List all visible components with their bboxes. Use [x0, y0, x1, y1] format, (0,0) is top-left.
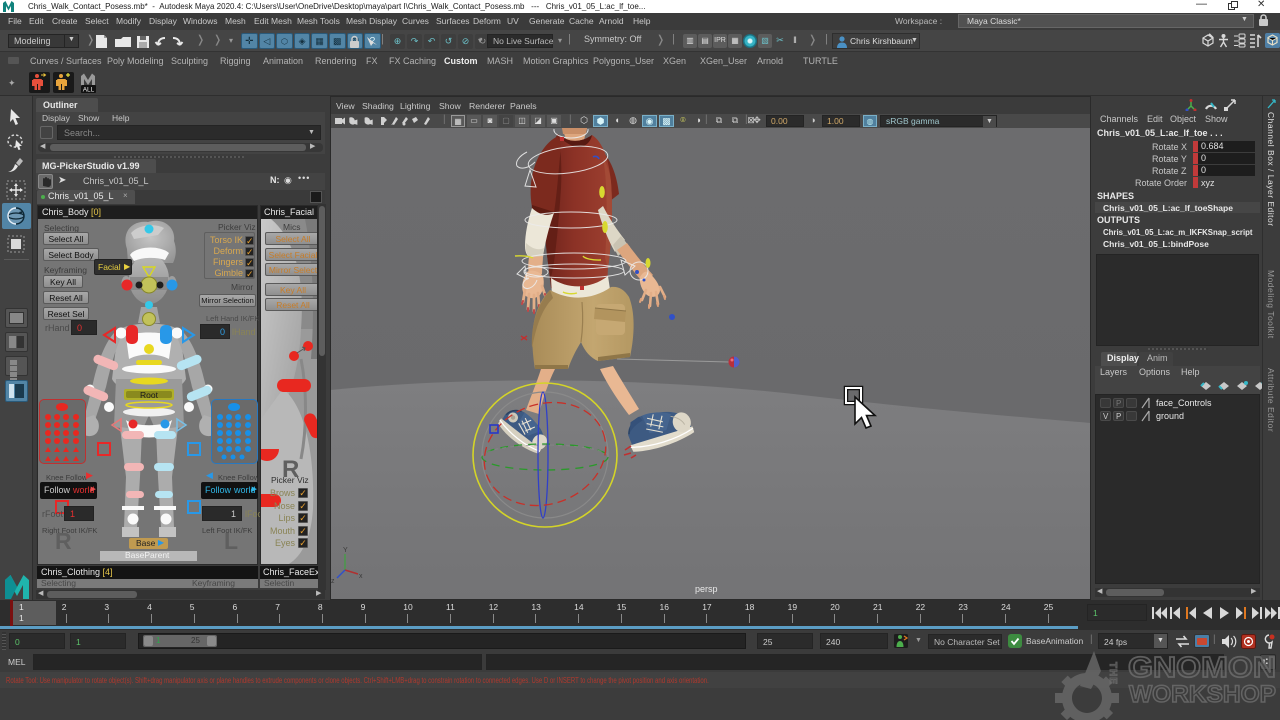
svg-text:ALL: ALL	[83, 87, 95, 94]
svg-text:z: z	[331, 578, 335, 585]
svg-text:Root: Root	[140, 390, 159, 400]
svg-text:x: x	[359, 573, 363, 580]
svg-text:persp: persp	[695, 584, 718, 594]
svg-text:Y: Y	[343, 547, 348, 554]
